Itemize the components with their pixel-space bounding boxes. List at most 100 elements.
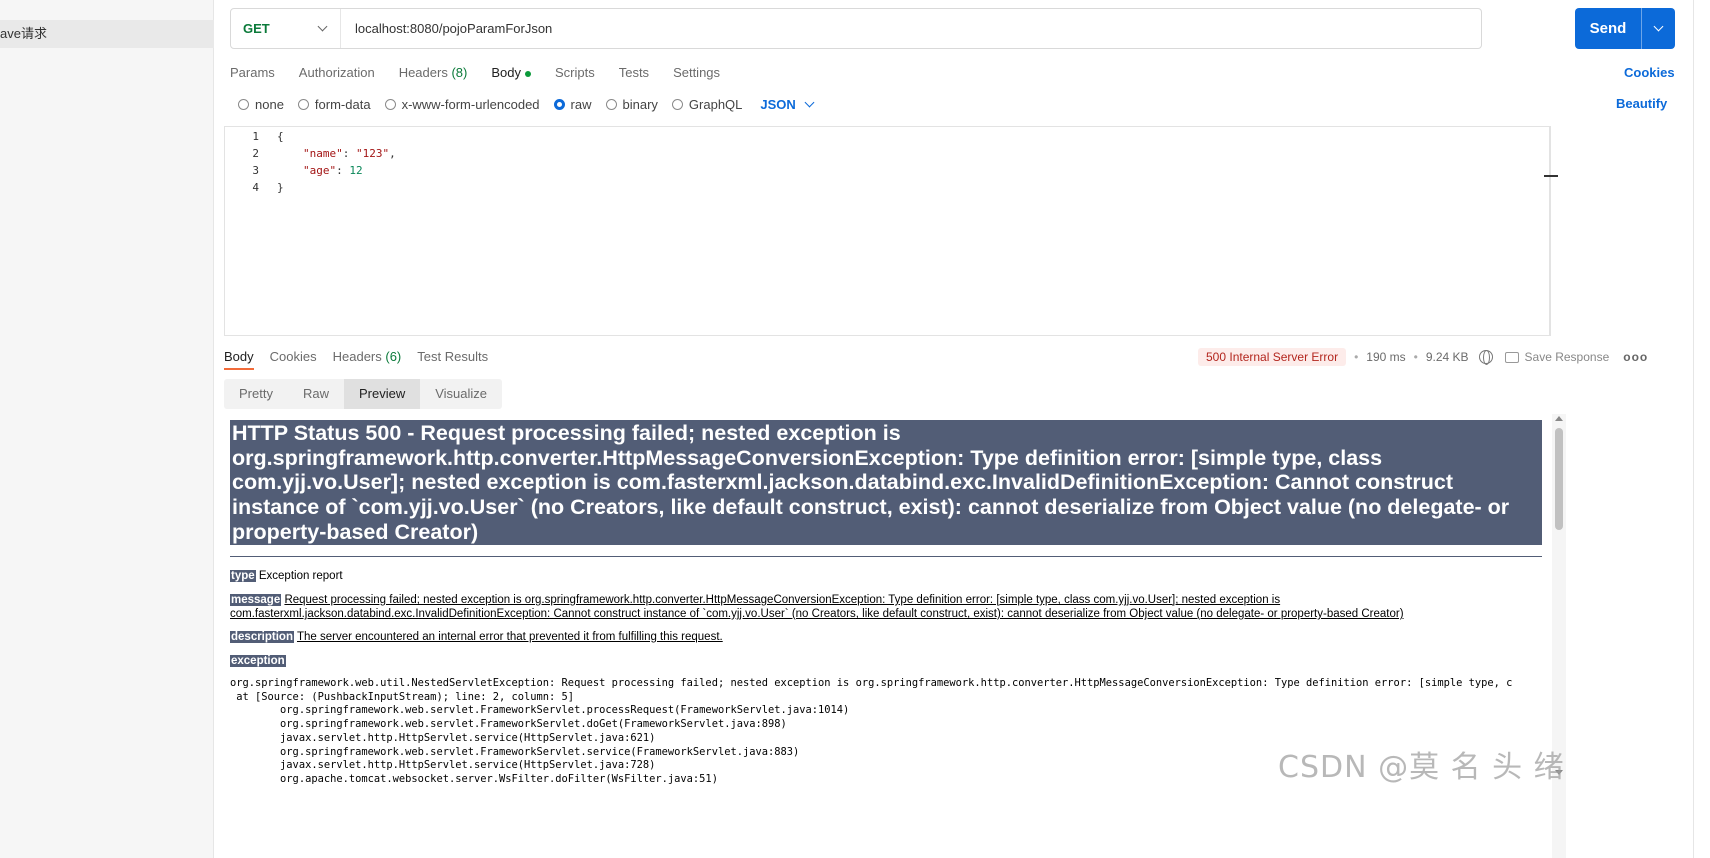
description-label: description (230, 631, 294, 643)
response-meta: 500 Internal Server Error • 190 ms • 9.2… (1198, 346, 1648, 368)
radio-icon (384, 98, 396, 110)
line-number: 2 (252, 147, 259, 160)
json-key: "name" (303, 147, 343, 160)
view-tab-visualize[interactable]: Visualize (420, 379, 502, 409)
message-label: message (230, 594, 282, 606)
globe-icon[interactable] (1478, 350, 1493, 365)
type-value: Exception report (258, 570, 343, 582)
radio-binary[interactable]: binary (605, 96, 658, 112)
scroll-up-icon[interactable] (1555, 416, 1563, 421)
method-select[interactable]: GET (231, 9, 341, 48)
watermark: CSDN @莫 名 头 绪 (1278, 750, 1565, 785)
status-badge[interactable]: 500 Internal Server Error (1198, 348, 1347, 366)
radio-form-data-label: form-data (314, 96, 371, 112)
radio-urlencoded[interactable]: x-www-form-urlencoded (384, 96, 540, 112)
response-tabs: Body Cookies Headers (6) Test Results (224, 346, 504, 370)
tab-headers[interactable]: Headers (8) (399, 60, 468, 86)
editor-scroll-marker (1544, 175, 1558, 177)
json-value: 12 (349, 164, 363, 177)
radio-icon (297, 98, 309, 110)
code-text: "age": 12 (303, 164, 363, 177)
send-label[interactable]: Send (1575, 8, 1641, 49)
body-type-options: none form-data x-www-form-urlencoded raw… (238, 92, 815, 116)
resp-tab-body[interactable]: Body (224, 346, 254, 370)
editor-line: 1 { (225, 128, 1549, 145)
preview-scrollbar[interactable] (1552, 414, 1566, 858)
radio-raw[interactable]: raw (553, 96, 592, 112)
scrollbar-thumb[interactable] (1555, 428, 1563, 530)
response-size[interactable]: 9.24 KB (1426, 350, 1469, 364)
tab-settings[interactable]: Settings (673, 60, 720, 86)
tab-headers-label: Headers (398, 65, 448, 80)
url-input[interactable]: localhost:8080/pojoParamForJson (341, 21, 552, 36)
send-options-button[interactable] (1641, 8, 1675, 49)
type-label: type (230, 570, 256, 582)
tab-params[interactable]: Params (230, 60, 275, 86)
radio-none-label: none (255, 96, 284, 112)
modified-dot-icon (524, 70, 531, 77)
radio-raw-label: raw (570, 96, 592, 112)
cookies-link[interactable]: Cookies (1624, 60, 1675, 86)
tab-tests[interactable]: Tests (619, 60, 649, 86)
resp-tab-cookies[interactable]: Cookies (270, 346, 317, 370)
resp-tab-test-results[interactable]: Test Results (417, 346, 488, 370)
message-value: Request processing failed; nested except… (230, 594, 1404, 620)
response-preview[interactable]: HTTP Status 500 - Request processing fai… (224, 414, 1552, 858)
radio-graphql-label: GraphQL (688, 96, 743, 112)
format-label: JSON (760, 96, 796, 112)
tab-body-label: Body (491, 65, 521, 80)
message-row: message Request processing failed; neste… (230, 593, 1542, 621)
separator-dot: • (1354, 350, 1359, 364)
tab-body[interactable]: Body (491, 60, 531, 86)
view-tab-pretty[interactable]: Pretty (224, 379, 288, 409)
url-bar: GET localhost:8080/pojoParamForJson (230, 8, 1482, 49)
more-options-icon[interactable]: ooo (1623, 350, 1648, 364)
chevron-down-icon (1653, 21, 1664, 32)
json-value: "123" (356, 147, 390, 160)
format-select[interactable]: JSON (760, 96, 815, 112)
tab-authorization[interactable]: Authorization (299, 60, 375, 86)
radio-icon (238, 98, 249, 110)
request-tabs: Params Authorization Headers (8) Body Sc… (230, 60, 744, 86)
tab-scripts[interactable]: Scripts (555, 60, 595, 86)
radio-selected-icon (553, 98, 565, 110)
postman-window: ave请求 GET localhost:8080/pojoParamForJso… (0, 0, 1710, 858)
radio-urlencoded-label: x-www-form-urlencoded (401, 96, 540, 112)
description-value: The server encountered an internal error… (296, 631, 723, 643)
send-button[interactable]: Send (1575, 8, 1675, 49)
chevron-down-icon (317, 21, 328, 32)
view-mode-tabs: Pretty Raw Preview Visualize (224, 379, 503, 409)
save-response-button[interactable]: Save Response (1525, 350, 1610, 364)
beautify-button[interactable]: Beautify (1616, 92, 1667, 116)
separator-dot: • (1413, 350, 1418, 364)
chevron-down-icon (804, 97, 815, 107)
exception-label: exception (230, 655, 286, 667)
resp-tab-headers[interactable]: Headers (6) (333, 346, 402, 370)
code-text: "name": "123", (303, 147, 396, 160)
body-editor[interactable]: 1 { 2 "name": "123", 3 "age": 12 4 } (224, 126, 1550, 336)
type-row: type Exception report (230, 569, 1542, 583)
radio-form-data[interactable]: form-data (297, 96, 371, 112)
radio-none[interactable]: none (238, 97, 284, 112)
view-tab-raw[interactable]: Raw (288, 379, 344, 409)
editor-line: 4 } (225, 179, 1549, 196)
window-edge (1693, 0, 1694, 858)
line-number: 4 (252, 181, 259, 194)
exception-row: exception (230, 654, 1542, 668)
view-tab-preview[interactable]: Preview (343, 379, 421, 409)
editor-line: 3 "age": 12 (225, 162, 1549, 179)
save-response-icon (1504, 351, 1519, 363)
radio-graphql[interactable]: GraphQL (671, 96, 743, 112)
radio-icon (671, 98, 683, 110)
resp-headers-count: (6) (385, 349, 402, 364)
description-row: description The server encountered an in… (230, 630, 1542, 644)
sidebar: ave请求 (0, 0, 214, 858)
code-text: } (277, 181, 284, 194)
editor-scrollbar[interactable] (1550, 126, 1564, 336)
response-time[interactable]: 190 ms (1366, 350, 1405, 364)
request-panel: GET localhost:8080/pojoParamForJson Send… (214, 0, 1694, 858)
radio-binary-label: binary (622, 96, 658, 112)
sidebar-item-request[interactable]: ave请求 (0, 20, 214, 48)
radio-icon (605, 98, 617, 110)
code-text: { (277, 130, 284, 143)
